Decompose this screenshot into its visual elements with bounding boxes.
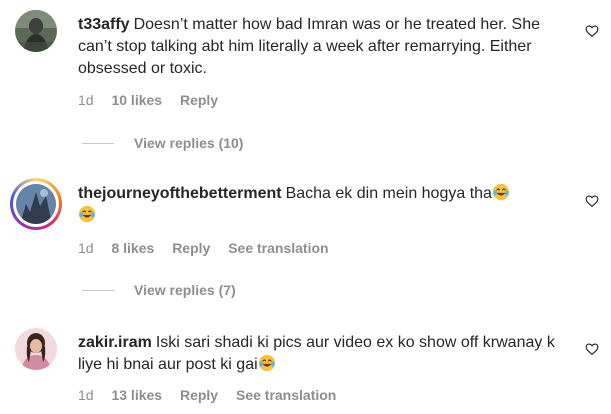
laughing-tears-emoji-icon <box>492 183 510 201</box>
view-replies-label: View replies (7) <box>134 282 236 298</box>
likes-count[interactable]: 8 likes <box>111 240 154 256</box>
view-replies-label: View replies (10) <box>134 135 244 151</box>
comment-meta: 1d 8 likes Reply See translation <box>78 240 343 256</box>
username[interactable]: t33affy <box>78 16 130 33</box>
reply-button[interactable]: Reply <box>180 387 218 403</box>
avatar-story-ring[interactable] <box>10 178 62 230</box>
username[interactable]: zakir.iram <box>78 334 152 351</box>
reply-button[interactable]: Reply <box>180 92 218 108</box>
avatar-image <box>15 10 57 52</box>
see-translation-button[interactable]: See translation <box>228 240 328 256</box>
avatar-image <box>15 328 57 370</box>
username[interactable]: thejourneyofthebetterment <box>78 185 282 202</box>
view-replies-button[interactable]: View replies (10) <box>82 135 243 151</box>
reply-button[interactable]: Reply <box>172 240 210 256</box>
heart-outline-icon[interactable] <box>585 194 599 208</box>
reply-divider-line <box>82 142 114 144</box>
see-translation-button[interactable]: See translation <box>236 387 336 403</box>
comment-age[interactable]: 1d <box>78 240 94 256</box>
laughing-tears-emoji-icon <box>78 205 96 223</box>
heart-outline-icon[interactable] <box>585 24 599 38</box>
likes-count[interactable]: 13 likes <box>111 387 162 403</box>
comment-meta: 1d 13 likes Reply See translation <box>78 387 350 403</box>
comment-text: Doesn’t matter how bad Imran was or he t… <box>78 16 541 77</box>
avatar[interactable] <box>15 328 57 370</box>
comment-body: zakir.iram Iski sari shadi ki pics aur vi… <box>78 332 568 376</box>
reply-divider-line <box>82 289 114 291</box>
avatar-image <box>16 184 56 224</box>
comment-age[interactable]: 1d <box>78 387 94 403</box>
comment-body: t33affy Doesn’t matter how bad Imran was … <box>78 14 568 80</box>
laughing-tears-emoji-icon <box>258 354 275 372</box>
likes-count[interactable]: 10 likes <box>111 92 162 108</box>
comment-age[interactable]: 1d <box>78 92 94 108</box>
avatar-ring-inner <box>13 181 59 227</box>
avatar <box>16 184 56 224</box>
avatar[interactable] <box>15 10 57 52</box>
heart-outline-icon[interactable] <box>585 342 599 356</box>
comment-body: thejourneyofthebetterment Bacha ek din me… <box>78 183 568 227</box>
comment-text: Bacha ek din mein hogya tha <box>285 185 492 202</box>
view-replies-button[interactable]: View replies (7) <box>82 282 236 298</box>
comment-meta: 1d 10 likes Reply <box>78 92 232 108</box>
